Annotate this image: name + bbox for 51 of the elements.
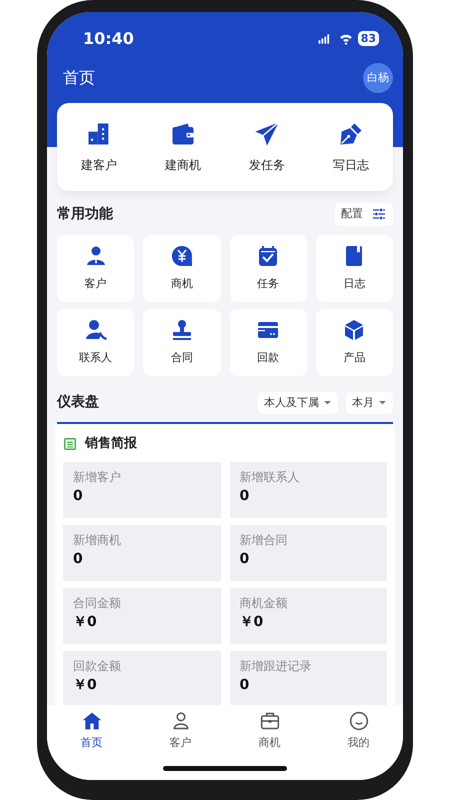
function-tile[interactable]: 回款: [230, 308, 307, 376]
user-avatar[interactable]: 白杨: [363, 63, 393, 93]
page-title: 首页: [63, 67, 95, 89]
function-tile[interactable]: 客户: [57, 234, 134, 302]
stat-value: 0: [240, 550, 250, 568]
sliders-icon: [371, 206, 387, 222]
function-tile[interactable]: 联系人: [57, 308, 134, 376]
stat-value: 0: [73, 550, 84, 568]
stat-value: ￥0: [73, 676, 98, 694]
stat-value: ￥0: [240, 612, 264, 632]
stat-label: 新增跟进记录: [240, 658, 312, 674]
tab-bar-item[interactable]: 商机: [225, 711, 314, 752]
tab-bar-item[interactable]: 我的: [314, 711, 403, 752]
function-tile[interactable]: 任务: [230, 234, 307, 302]
paper-plane-icon: [253, 120, 281, 148]
function-tile[interactable]: 商机: [143, 234, 220, 302]
config-button[interactable]: 配置: [335, 203, 393, 226]
battery-level: 83: [358, 31, 379, 46]
briefcase-icon: [260, 711, 280, 731]
section-title: 仪表盘: [57, 393, 99, 412]
yen-coin-icon: [170, 244, 194, 268]
list-icon: [63, 436, 77, 451]
function-tile[interactable]: 产品: [316, 308, 393, 376]
stat-label: 新增商机: [73, 532, 122, 548]
stat-label: 合同金额: [73, 594, 122, 612]
stat-label: 商机金额: [240, 594, 288, 612]
filter-dropdown[interactable]: 本月: [346, 392, 393, 414]
stat-label: 新增联系人: [240, 468, 300, 486]
report-title: 销售简报: [85, 435, 137, 453]
tab-bar-item[interactable]: 首页: [47, 711, 136, 752]
smiley-icon: [348, 711, 368, 731]
home-icon: [82, 711, 102, 731]
stat-value: 0: [73, 486, 84, 506]
quick-action-button[interactable]: 建客户: [57, 120, 141, 174]
function-tile[interactable]: 合同: [143, 308, 220, 376]
tab-bar-item[interactable]: 客户: [136, 711, 225, 752]
function-tile[interactable]: 日志: [316, 234, 393, 302]
stat-value: ￥0: [73, 612, 98, 632]
stat-label: 新增客户: [73, 468, 122, 486]
stat-label: 回款金额: [73, 658, 122, 674]
stat-value: 0: [240, 486, 250, 506]
quick-action-button[interactable]: 发任务: [225, 120, 309, 174]
quick-action-button[interactable]: 写日志: [309, 120, 393, 174]
stat-label: 新增合同: [240, 532, 288, 548]
filter-dropdown[interactable]: 本人及下属: [258, 392, 338, 414]
quick-action-button[interactable]: 建商机: [141, 120, 225, 174]
contact-phone-icon: [84, 318, 108, 342]
status-time: 10:40: [83, 28, 134, 50]
person-icon: [170, 711, 190, 731]
stat-value: 0: [240, 676, 250, 694]
section-title: 常用功能: [57, 204, 113, 224]
